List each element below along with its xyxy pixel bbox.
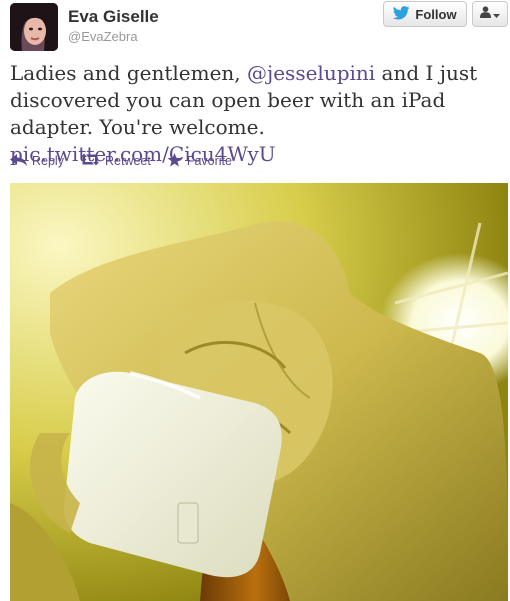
favorite-label: Favorite	[186, 154, 232, 168]
retweet-button[interactable]: Retweet	[80, 153, 151, 169]
user-name[interactable]: Eva Giselle	[68, 7, 159, 27]
reply-button[interactable]: Reply	[10, 153, 64, 169]
chevron-down-icon	[493, 5, 500, 23]
tweet-actions: Reply Retweet Favorite	[10, 152, 232, 170]
retweet-icon	[80, 153, 100, 169]
tweet-header: Eva Giselle @EvaZebra Follow	[0, 0, 510, 56]
favorite-button[interactable]: Favorite	[167, 152, 232, 170]
user-handle[interactable]: @EvaZebra	[68, 29, 138, 44]
reply-label: Reply	[32, 154, 64, 168]
follow-button[interactable]: Follow	[383, 1, 467, 27]
star-icon	[167, 152, 182, 170]
avatar[interactable]	[10, 3, 58, 51]
person-icon	[480, 5, 491, 23]
follow-label: Follow	[415, 6, 457, 22]
reply-arrow-icon	[10, 153, 27, 169]
tweet-text-part: Ladies and gentlemen,	[10, 61, 248, 85]
bird-icon	[393, 5, 410, 23]
retweet-label: Retweet	[104, 154, 151, 168]
tweet-photo[interactable]	[10, 183, 508, 601]
mention-link[interactable]: @jesselupini	[247, 61, 375, 85]
user-actions-button[interactable]	[472, 1, 508, 27]
